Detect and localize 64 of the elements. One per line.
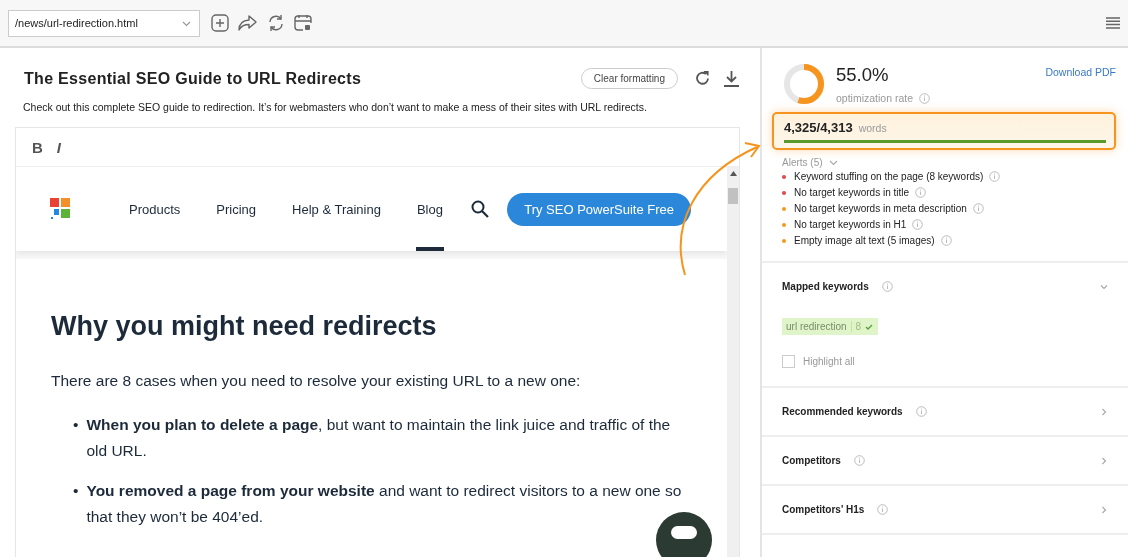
document-description: Check out this complete SEO guide to redirection. It’s for webmasters who don’t want to make a mess of their sites with URL redirects. [23,101,648,113]
clear-formatting-button[interactable]: Clear formatting [580,68,678,89]
word-count: 4,325/4,313 [784,120,853,135]
info-icon[interactable] [989,171,1001,182]
refresh-icon[interactable] [694,70,711,87]
try-free-button[interactable]: Try SEO PowerSuite Free [507,192,691,226]
section-title[interactable]: Competitors [782,455,841,466]
url-field[interactable]: /news/url-redirection.html [8,9,200,37]
nav-link[interactable]: Products [128,167,182,251]
logo-icon [50,198,72,220]
calendar-icon[interactable] [294,14,312,32]
optimization-label: optimization rate [836,92,914,104]
nav-link[interactable]: Blog [415,167,444,251]
chevron-right-icon[interactable] [1100,456,1108,465]
check-icon [865,323,874,330]
bullet-marker: • [73,415,79,435]
article-heading: Why you might need redirects [51,311,438,342]
scroll-up-icon[interactable] [729,171,737,176]
alert-text: No target keywords in meta description [794,203,967,214]
keyword-text: url redirection [786,321,852,332]
document-title: The Essential SEO Guide to URL Redirects [24,69,363,88]
info-icon[interactable] [915,406,927,417]
checkbox[interactable] [782,355,795,368]
download-icon[interactable] [723,70,740,87]
refresh-icon[interactable] [267,14,285,32]
search-icon[interactable] [471,200,490,218]
bullet-item: You removed a page from your website and want to redirect visitors to a new one so that they won’t be 404’ed. [86,481,683,527]
alert-text: No target keywords in H1 [794,219,907,230]
bullet-item: When you plan to delete a page, but want to maintain the link juice and traffic of the old URL. [86,415,672,461]
info-icon[interactable] [972,203,984,214]
article-paragraph: There are 8 cases when you need to resolve your existing URL to a new one: [51,372,582,390]
section-title[interactable]: Mapped keywords [782,281,869,292]
optimization-rate: 55.0% [836,64,890,86]
chevron-right-icon[interactable] [1100,407,1108,416]
bullet-marker: • [73,481,79,501]
info-icon[interactable] [940,235,952,246]
chevron-down-icon[interactable] [1100,282,1108,291]
info-icon[interactable] [912,219,924,230]
nav-link[interactable]: Pricing [215,167,258,251]
scrollbar-thumb[interactable] [728,188,738,204]
download-pdf-link[interactable]: Download PDF [1045,62,1116,78]
info-icon[interactable] [919,92,931,104]
bold-button[interactable]: B [32,138,43,156]
section-title[interactable]: Competitors' H1s [782,504,865,515]
chevron-down-icon[interactable] [828,159,838,166]
add-icon[interactable] [211,14,229,32]
words-label: words [858,122,887,134]
scrollbar[interactable] [727,167,739,557]
alert-text: Empty image alt text (5 images) [794,235,935,246]
keyword-count: 8 [855,321,862,332]
info-icon[interactable] [915,187,927,198]
info-icon[interactable] [877,504,889,515]
share-icon[interactable] [238,14,258,32]
caret-icon [182,20,191,27]
section-title[interactable]: Recommended keywords [782,406,903,417]
alert-text: No target keywords in title [794,187,910,198]
menu-icon[interactable] [1106,17,1120,29]
info-icon[interactable] [853,455,865,466]
italic-button[interactable]: I [56,138,61,156]
nav-link[interactable]: Help & Training [291,167,382,251]
alert-text: Keyword stuffing on the page (8 keywords) [794,171,984,182]
chevron-right-icon[interactable] [1100,505,1108,514]
info-icon[interactable] [881,281,893,292]
checkbox-label: Highlight all [803,356,855,367]
